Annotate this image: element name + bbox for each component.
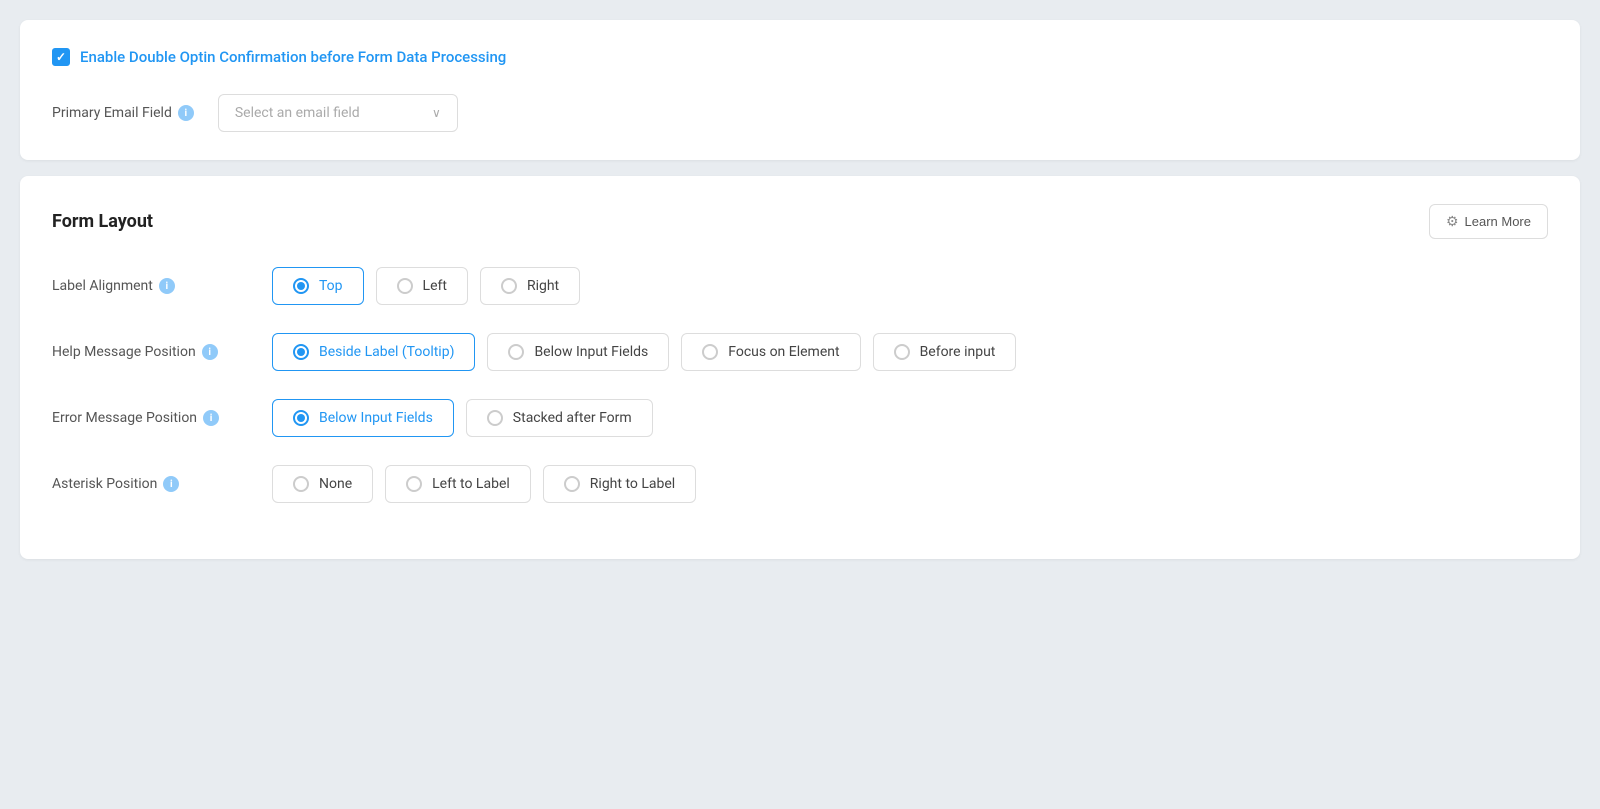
radio-label-asterisk_position-left_to_label: Left to Label — [432, 476, 510, 492]
info-icon-help_message_position[interactable]: i — [202, 344, 218, 360]
radio-option-help_message_position-focus_on_element[interactable]: Focus on Element — [681, 333, 860, 371]
section-title: Form Layout — [52, 211, 153, 232]
setting-label-help_message_position: Help Message Positioni — [52, 344, 252, 360]
optin-checkbox[interactable] — [52, 48, 70, 66]
info-icon-error_message_position[interactable]: i — [203, 410, 219, 426]
email-field-row: Primary Email Field i Select an email fi… — [52, 94, 1548, 132]
radio-label-error_message_position-below_input: Below Input Fields — [319, 410, 433, 426]
radio-label-help_message_position-before_input: Before input — [920, 344, 996, 360]
radio-circle-error_message_position-below_input — [293, 410, 309, 426]
radio-circle-error_message_position-stacked_after — [487, 410, 503, 426]
setting-label-error_message_position: Error Message Positioni — [52, 410, 252, 426]
radio-circle-asterisk_position-none — [293, 476, 309, 492]
radio-option-help_message_position-below_input[interactable]: Below Input Fields — [487, 333, 669, 371]
setting-row-error_message_position: Error Message Positioni Below Input Field… — [52, 399, 1548, 437]
radio-label-help_message_position-below_input: Below Input Fields — [534, 344, 648, 360]
settings-container: Label Alignmenti Top Left Right Help Message… — [52, 267, 1548, 503]
radio-label-label_alignment-right: Right — [527, 278, 559, 294]
setting-row-label_alignment: Label Alignmenti Top Left Right — [52, 267, 1548, 305]
radio-label-help_message_position-beside_label: Beside Label (Tooltip) — [319, 344, 454, 360]
radio-circle-asterisk_position-left_to_label — [406, 476, 422, 492]
radio-option-help_message_position-beside_label[interactable]: Beside Label (Tooltip) — [272, 333, 475, 371]
radio-options-label_alignment: Top Left Right — [272, 267, 580, 305]
radio-option-label_alignment-right[interactable]: Right — [480, 267, 580, 305]
radio-label-asterisk_position-none: None — [319, 476, 352, 492]
radio-label-asterisk_position-right_to_label: Right to Label — [590, 476, 675, 492]
radio-option-asterisk_position-right_to_label[interactable]: Right to Label — [543, 465, 696, 503]
learn-more-label: Learn More — [1465, 214, 1531, 229]
radio-option-help_message_position-before_input[interactable]: Before input — [873, 333, 1017, 371]
section-header: Form Layout ⚙ Learn More — [52, 204, 1548, 239]
radio-circle-help_message_position-focus_on_element — [702, 344, 718, 360]
radio-options-help_message_position: Beside Label (Tooltip) Below Input Fields… — [272, 333, 1016, 371]
radio-option-error_message_position-below_input[interactable]: Below Input Fields — [272, 399, 454, 437]
radio-circle-label_alignment-left — [397, 278, 413, 294]
radio-circle-label_alignment-top — [293, 278, 309, 294]
optin-row: Enable Double Optin Confirmation before … — [52, 48, 1548, 66]
radio-option-label_alignment-left[interactable]: Left — [376, 267, 468, 305]
radio-option-error_message_position-stacked_after[interactable]: Stacked after Form — [466, 399, 653, 437]
radio-option-label_alignment-top[interactable]: Top — [272, 267, 364, 305]
radio-option-asterisk_position-none[interactable]: None — [272, 465, 373, 503]
email-field-info-icon[interactable]: i — [178, 105, 194, 121]
chevron-down-icon: ∨ — [432, 106, 441, 120]
setting-label-asterisk_position: Asterisk Positioni — [52, 476, 252, 492]
email-field-placeholder: Select an email field — [235, 105, 360, 121]
form-layout-card: Form Layout ⚙ Learn More Label Alignment… — [20, 176, 1580, 559]
double-optin-card: Enable Double Optin Confirmation before … — [20, 20, 1580, 160]
radio-circle-help_message_position-before_input — [894, 344, 910, 360]
setting-row-asterisk_position: Asterisk Positioni None Left to Label Right… — [52, 465, 1548, 503]
radio-circle-help_message_position-beside_label — [293, 344, 309, 360]
setting-row-help_message_position: Help Message Positioni Beside Label (Tool… — [52, 333, 1548, 371]
radio-circle-label_alignment-right — [501, 278, 517, 294]
radio-label-help_message_position-focus_on_element: Focus on Element — [728, 344, 839, 360]
radio-circle-asterisk_position-right_to_label — [564, 476, 580, 492]
radio-options-error_message_position: Below Input Fields Stacked after Form — [272, 399, 653, 437]
radio-options-asterisk_position: None Left to Label Right to Label — [272, 465, 696, 503]
radio-label-label_alignment-left: Left — [423, 278, 447, 294]
setting-label-label_alignment: Label Alignmenti — [52, 278, 252, 294]
email-field-select[interactable]: Select an email field ∨ — [218, 94, 458, 132]
radio-label-error_message_position-stacked_after: Stacked after Form — [513, 410, 632, 426]
learn-more-button[interactable]: ⚙ Learn More — [1429, 204, 1548, 239]
info-icon-label_alignment[interactable]: i — [159, 278, 175, 294]
info-icon-asterisk_position[interactable]: i — [163, 476, 179, 492]
radio-option-asterisk_position-left_to_label[interactable]: Left to Label — [385, 465, 531, 503]
email-field-label: Primary Email Field i — [52, 105, 194, 121]
gear-icon: ⚙ — [1446, 213, 1459, 230]
radio-circle-help_message_position-below_input — [508, 344, 524, 360]
radio-label-label_alignment-top: Top — [319, 278, 343, 294]
optin-label: Enable Double Optin Confirmation before … — [80, 48, 506, 66]
